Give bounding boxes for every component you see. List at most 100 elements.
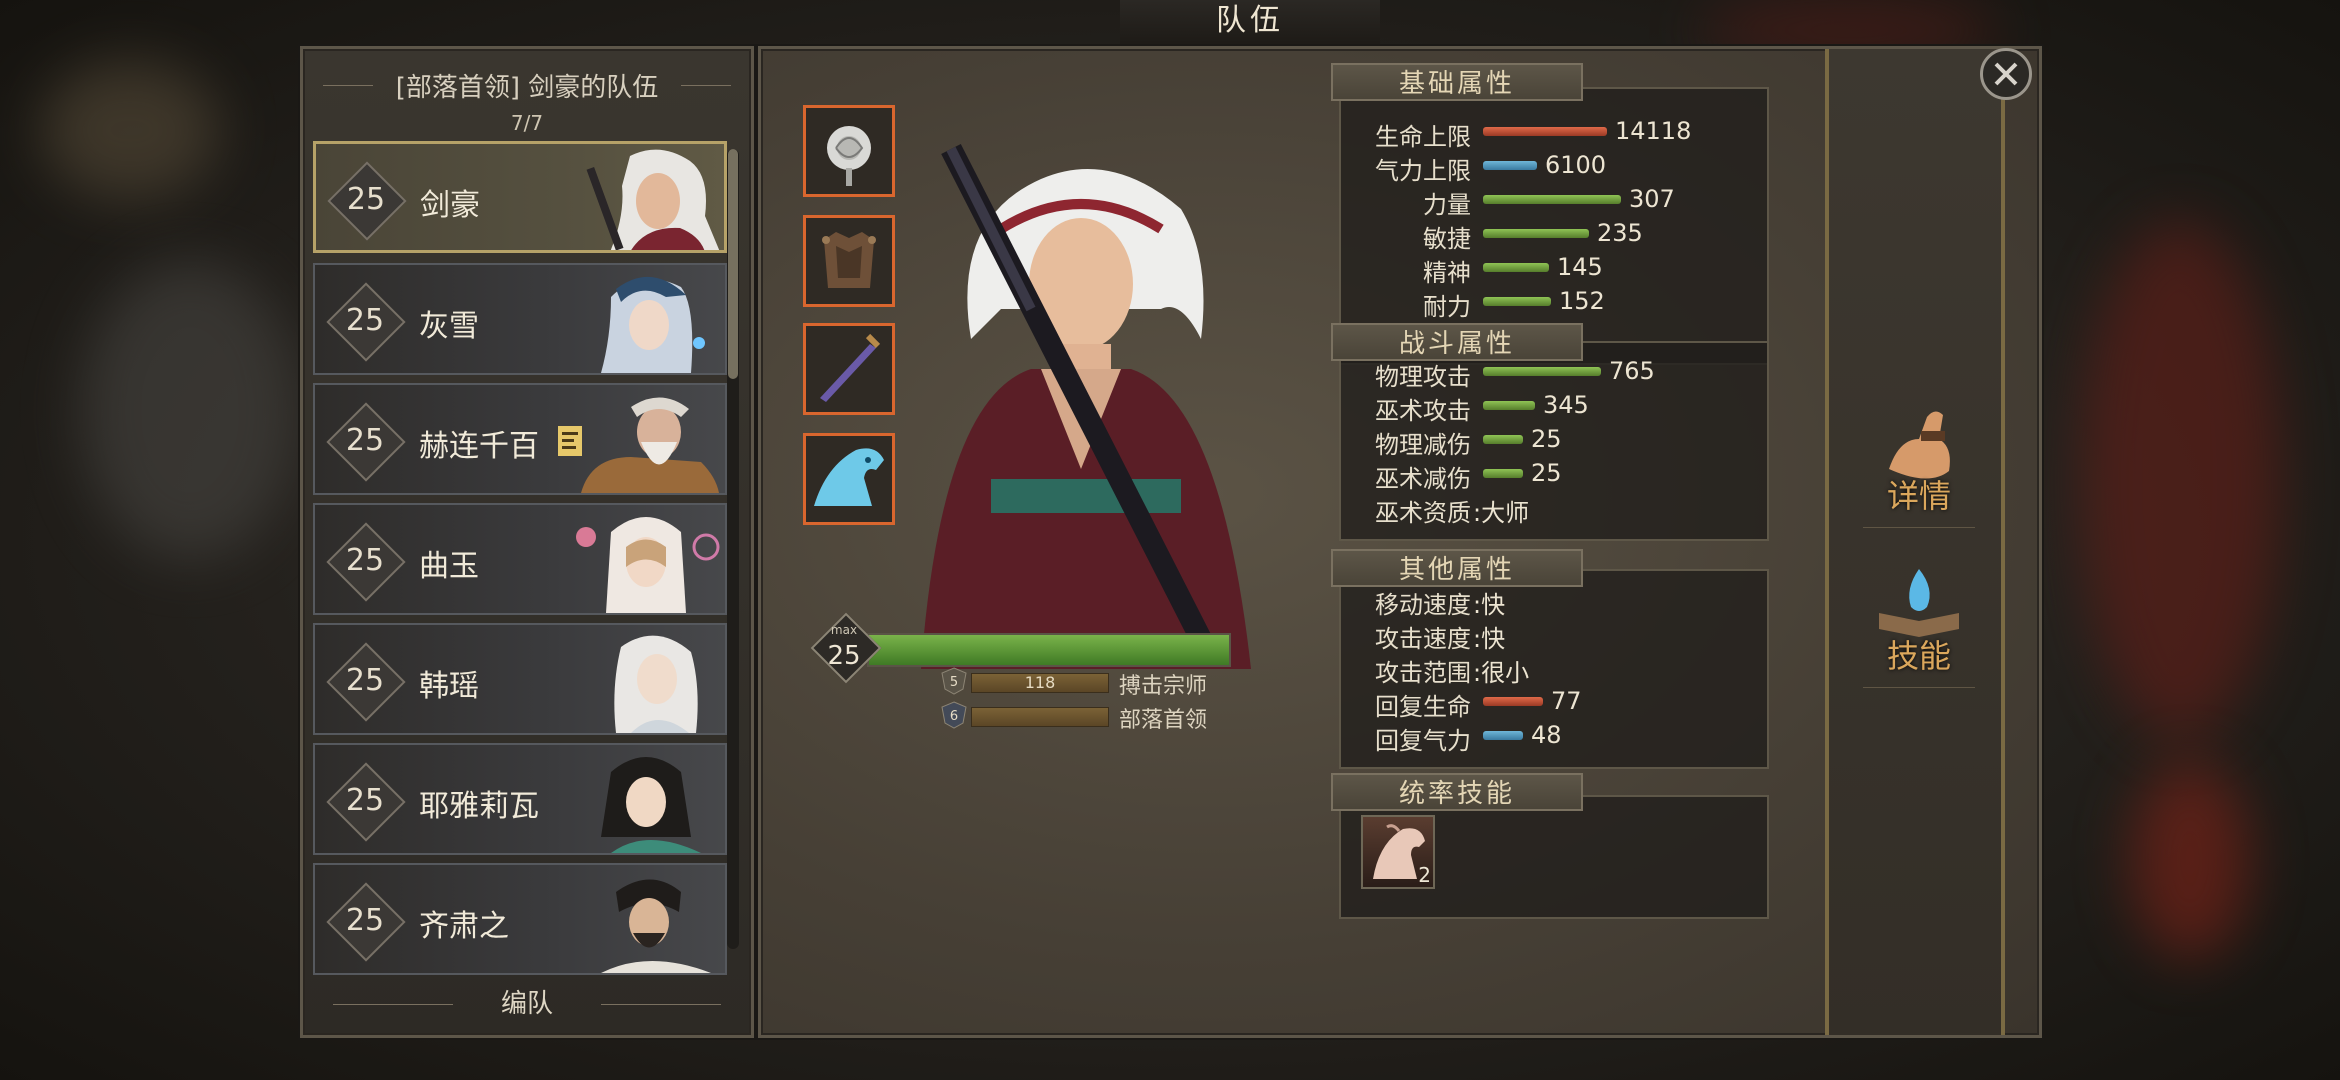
attribute-value: 235 [1597, 219, 1643, 247]
attribute-label: 敏捷 [1423, 225, 1471, 253]
attribute-row: 回复生命 77 [1341, 687, 1771, 721]
attribute-text-value: :快 [1473, 591, 1506, 619]
hero-portrait-icon [601, 879, 711, 973]
attribute-value: 48 [1531, 721, 1562, 749]
level-badge: 25 [326, 282, 406, 362]
hero-row[interactable]: 25 曲玉 [313, 503, 727, 615]
attribute-label: 攻击范围 [1375, 659, 1471, 687]
attribute-row: 力量 307 [1341, 185, 1771, 219]
level-badge: 25 [326, 402, 406, 482]
attribute-row: 气力上限 6100 [1341, 151, 1771, 185]
character-portrait [921, 144, 1251, 669]
attribute-value: 25 [1531, 459, 1562, 487]
skills-button[interactable]: 技能 [1843, 559, 1995, 688]
rank-row-tribe: 6 部落首领 [941, 701, 1281, 733]
hero-portrait-icon [586, 149, 720, 250]
attribute-row: 移动速度:快 [1341, 585, 1771, 619]
white-rose-accessory-icon [827, 126, 871, 186]
attribute-label: 生命上限 [1375, 123, 1471, 151]
attribute-row: 攻击速度:快 [1341, 619, 1771, 653]
attribute-bar [1483, 435, 1523, 444]
hero-row[interactable]: 25 韩瑶 [313, 623, 727, 735]
xp-bar [867, 633, 1231, 667]
leadership-skills-panel: 2 [1339, 795, 1769, 919]
level-badge: 25 [326, 762, 406, 842]
basic-attributes-tab: 基础属性 [1331, 63, 1583, 101]
roster-scrollbar[interactable] [727, 149, 739, 949]
formation-button[interactable]: 编队 [303, 979, 751, 1029]
attribute-row: 生命上限 14118 [1341, 117, 1771, 151]
svg-text:5: 5 [950, 675, 958, 690]
combat-attributes-panel: 物理攻击 765 巫术攻击 345 物理减伤 25 巫术减伤 25 巫术资质:大师 [1339, 341, 1769, 541]
details-button[interactable]: 详情 [1843, 399, 1995, 528]
attribute-label: 移动速度 [1375, 591, 1471, 619]
attribute-value: 765 [1609, 357, 1655, 385]
attribute-row: 回复气力 48 [1341, 721, 1771, 755]
attribute-label: 巫术减伤 [1375, 465, 1471, 493]
level-badge: 25 [326, 522, 406, 602]
attribute-bar [1483, 401, 1535, 410]
attribute-label: 巫术资质 [1375, 499, 1471, 527]
attribute-label: 攻击速度 [1375, 625, 1471, 653]
attribute-label: 回复气力 [1375, 727, 1471, 755]
rank-shield-icon: 5 [941, 667, 967, 695]
scrollbar-thumb[interactable] [728, 149, 738, 379]
level-badge: 25 [327, 161, 407, 241]
attribute-bar [1483, 731, 1523, 740]
hero-name: 耶雅莉瓦 [419, 789, 539, 824]
other-attributes-tab: 其他属性 [1331, 549, 1583, 587]
attribute-row: 巫术攻击 345 [1341, 391, 1771, 425]
hero-portrait-icon [581, 397, 719, 493]
roster-panel: [部落首领] 剑豪的队伍 7/7 25 剑豪 25 灰雪 25 赫连千百 25 … [300, 46, 754, 1038]
attribute-value: 6100 [1545, 151, 1607, 179]
hero-portrait-icon [576, 517, 720, 613]
hero-row[interactable]: 25 赫连千百 [313, 383, 727, 495]
attribute-label: 回复生命 [1375, 693, 1471, 721]
level-badge: 25 [326, 882, 406, 962]
hero-row[interactable]: 25 耶雅莉瓦 [313, 743, 727, 855]
attribute-bar [1483, 469, 1523, 478]
attribute-bar [1483, 367, 1601, 376]
attribute-label: 力量 [1423, 191, 1471, 219]
other-attributes-panel: 移动速度:快 攻击速度:快 攻击范围:很小 回复生命 77 回复气力 48 [1339, 569, 1769, 769]
window-title: 队伍 [1120, 0, 1380, 48]
horse-head-skill-icon[interactable]: 2 [1361, 815, 1435, 889]
attribute-text-value: :很小 [1473, 659, 1530, 687]
xp-fill [869, 635, 1229, 665]
hero-name: 灰雪 [419, 309, 479, 344]
attribute-bar [1483, 697, 1543, 706]
attribute-value: 152 [1559, 287, 1605, 315]
hero-row[interactable]: 25 齐肃之 [313, 863, 727, 975]
hero-row[interactable]: 25 灰雪 [313, 263, 727, 375]
close-button[interactable] [1980, 48, 2032, 100]
level-badge: 25 [326, 642, 406, 722]
side-menu: 详情 技能 [1825, 49, 2005, 1035]
rank-title: 搏击宗师 [1119, 674, 1208, 699]
attribute-value: 145 [1557, 253, 1603, 281]
attribute-bar [1483, 263, 1549, 272]
purple-sword-icon [820, 333, 881, 402]
rank-shield-icon: 6 [941, 701, 967, 729]
attribute-bar [1483, 297, 1551, 306]
attribute-bar [1483, 127, 1607, 136]
character-level-badge: max 25 [810, 612, 882, 684]
rank-progress-bar: 118 [971, 673, 1109, 693]
attribute-label: 巫术攻击 [1375, 397, 1471, 425]
attribute-bar [1483, 161, 1537, 170]
attribute-value: 14118 [1615, 117, 1692, 145]
attribute-row: 精神 145 [1341, 253, 1771, 287]
attribute-value: 25 [1531, 425, 1562, 453]
svg-text:6: 6 [950, 709, 958, 724]
attribute-row: 耐力 152 [1341, 287, 1771, 321]
character-panel: max 25 5 118 搏击宗师 6 部落首领 生命上限 14118 气力上限 61… [758, 46, 2042, 1038]
combat-attributes-tab: 战斗属性 [1331, 323, 1583, 361]
leadership-skills-tab: 统率技能 [1331, 773, 1583, 811]
hero-name: 齐肃之 [419, 909, 509, 944]
hero-row-selected[interactable]: 25 剑豪 [313, 141, 727, 253]
close-icon [1994, 62, 2018, 86]
hero-portrait-icon [601, 757, 701, 853]
rank-progress-bar [971, 707, 1109, 727]
team-count: 7/7 [510, 111, 544, 135]
attribute-label: 气力上限 [1375, 157, 1471, 185]
team-name: [部落首领] 剑豪的队伍 [303, 67, 751, 104]
